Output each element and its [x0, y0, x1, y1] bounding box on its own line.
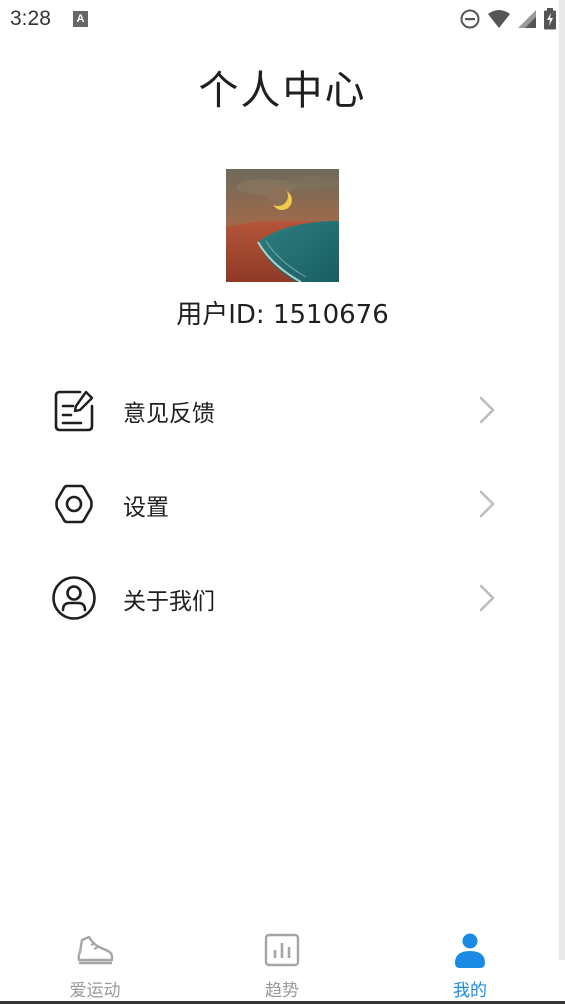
notification-app-icon: A — [73, 11, 88, 27]
about-user-icon — [50, 574, 98, 622]
status-icons — [459, 8, 557, 30]
menu-item-about-us[interactable]: 关于我们 — [0, 557, 565, 637]
status-bar: 3:28 A — [0, 0, 565, 38]
bottom-nav: 爱运动 趋势 我的 — [0, 922, 565, 1004]
page-title: 个人中心 — [198, 68, 367, 114]
menu-item-label: 设置 — [123, 495, 169, 521]
profile-person-icon — [450, 930, 490, 970]
menu-item-label: 意见反馈 — [123, 401, 215, 427]
menu-item-label: 关于我们 — [123, 589, 215, 615]
trend-chart-icon — [262, 930, 302, 970]
status-time: 3:28 — [10, 7, 51, 30]
chevron-right-icon — [478, 395, 496, 425]
nav-tab-label: 我的 — [453, 981, 487, 1001]
menu-item-feedback[interactable]: 意见反馈 — [0, 369, 565, 449]
cellular-signal-icon — [517, 9, 537, 29]
nav-tab-mine[interactable]: 我的 — [400, 922, 540, 1004]
nav-tab-label: 趋势 — [265, 981, 299, 1001]
avatar[interactable] — [226, 169, 339, 282]
nav-tab-trend[interactable]: 趋势 — [212, 922, 352, 1004]
nav-tab-sport[interactable]: 爱运动 — [25, 922, 165, 1004]
scrollbar[interactable] — [559, 0, 565, 960]
chevron-right-icon — [478, 583, 496, 613]
battery-charging-icon — [543, 8, 557, 30]
do-not-disturb-icon — [459, 8, 481, 30]
wifi-icon — [487, 9, 511, 29]
sneaker-icon — [75, 930, 115, 970]
menu-item-settings[interactable]: 设置 — [0, 463, 565, 543]
feedback-edit-icon — [50, 386, 98, 434]
settings-gear-icon — [50, 480, 98, 528]
nav-tab-label: 爱运动 — [69, 981, 121, 1001]
user-id: 用户ID: 1510676 — [176, 300, 389, 330]
chevron-right-icon — [478, 489, 496, 519]
